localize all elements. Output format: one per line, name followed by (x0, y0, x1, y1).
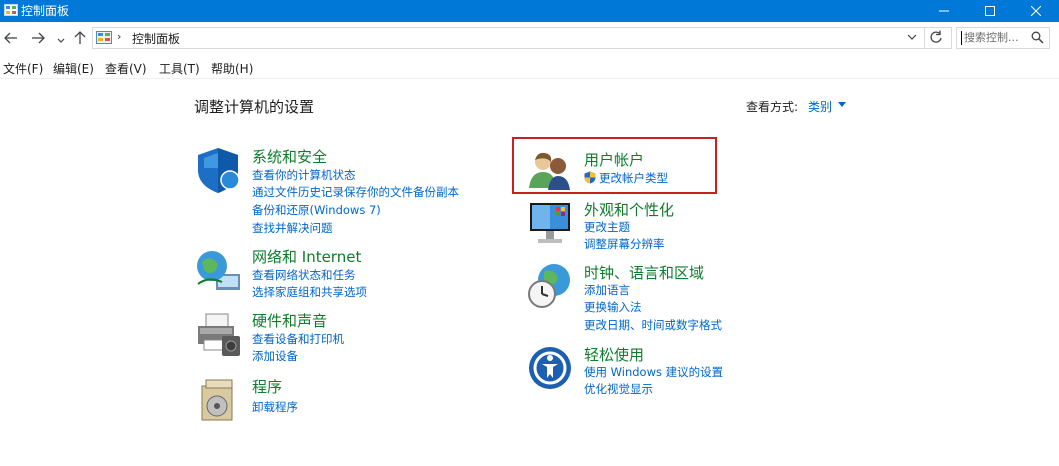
window-title: 控制面板 (21, 4, 70, 18)
link-change-input-method[interactable]: 更换输入法 (584, 299, 642, 315)
category-user-accounts: 用户帐户 更改帐户类型 (526, 149, 716, 193)
address-bar[interactable]: › 控制面板 (92, 27, 952, 49)
category-ease-of-access: 轻松使用 使用 Windows 建议的设置 优化视觉显示 (526, 344, 826, 398)
view-by-dropdown[interactable]: 类别 (808, 98, 832, 115)
programs-icon[interactable] (194, 376, 242, 424)
menu-view[interactable]: 查看(V) (105, 60, 147, 77)
minimize-icon (939, 10, 949, 12)
category-appearance: 外观和个性化 更改主题 调整屏幕分辨率 (526, 199, 826, 253)
page-title: 调整计算机的设置 (194, 98, 315, 116)
link-file-history[interactable]: 通过文件历史记录保存你的文件备份副本 (252, 184, 459, 200)
close-icon (1031, 6, 1041, 16)
forward-arrow-icon[interactable] (30, 30, 46, 46)
link-add-device[interactable]: 添加设备 (252, 348, 298, 364)
category-title[interactable]: 时钟、语言和区域 (584, 262, 704, 283)
link-change-account-type-row[interactable]: 更改帐户类型 (584, 170, 704, 186)
breadcrumb-separator[interactable]: › (117, 30, 121, 43)
breadcrumb-current[interactable]: 控制面板 (132, 30, 180, 47)
chevron-down-icon[interactable] (56, 33, 66, 49)
category-programs: 程序 卸载程序 (194, 376, 494, 424)
category-network-internet: 网络和 Internet 查看网络状态和任务 选择家庭组和共享选项 (194, 246, 494, 300)
caret-down-icon[interactable] (838, 102, 846, 108)
divider (0, 78, 1059, 79)
link-date-time-format[interactable]: 更改日期、时间或数字格式 (584, 317, 722, 333)
ease-of-access-icon[interactable] (526, 344, 574, 392)
link-network-status[interactable]: 查看网络状态和任务 (252, 267, 356, 283)
category-hardware-sound: 硬件和声音 查看设备和打印机 添加设备 (194, 310, 494, 364)
link-view-computer-status[interactable]: 查看你的计算机状态 (252, 167, 356, 183)
maximize-icon (985, 6, 995, 16)
search-box[interactable] (956, 27, 1050, 49)
search-icon[interactable] (1031, 31, 1044, 44)
uac-shield-icon (584, 171, 596, 184)
minimize-button[interactable] (921, 0, 967, 22)
link-troubleshoot[interactable]: 查找并解决问题 (252, 220, 333, 236)
link-optimize-visual-display[interactable]: 优化视觉显示 (584, 381, 653, 397)
category-system-security: 系统和安全 查看你的计算机状态 通过文件历史记录保存你的文件备份副本 备份和还原… (194, 146, 494, 236)
link-change-account-type[interactable]: 更改帐户类型 (599, 170, 668, 186)
category-title[interactable]: 网络和 Internet (252, 246, 361, 267)
link-screen-resolution[interactable]: 调整屏幕分辨率 (584, 236, 665, 252)
menu-bar: 文件(F) 编辑(E) 查看(V) 工具(T) 帮助(H) (0, 57, 1059, 77)
view-by-label: 查看方式: (746, 100, 799, 114)
category-title[interactable]: 硬件和声音 (252, 310, 327, 331)
menu-tools[interactable]: 工具(T) (159, 60, 200, 77)
address-dropdown-icon[interactable] (907, 34, 917, 42)
users-icon[interactable] (526, 146, 574, 194)
maximize-button[interactable] (967, 0, 1013, 22)
refresh-icon[interactable] (929, 30, 943, 44)
divider (924, 28, 925, 48)
link-homegroup[interactable]: 选择家庭组和共享选项 (252, 284, 367, 300)
control-panel-icon (96, 31, 112, 44)
menu-edit[interactable]: 编辑(E) (53, 60, 94, 77)
menu-file[interactable]: 文件(F) (3, 60, 43, 77)
link-windows-suggested-settings[interactable]: 使用 Windows 建议的设置 (584, 364, 723, 380)
menu-help[interactable]: 帮助(H) (211, 60, 253, 77)
control-panel-icon (4, 4, 18, 16)
globe-network-icon[interactable] (194, 246, 242, 294)
monitor-icon[interactable] (526, 199, 574, 247)
category-title[interactable]: 轻松使用 (584, 344, 644, 365)
close-button[interactable] (1013, 0, 1059, 22)
category-title[interactable]: 外观和个性化 (584, 199, 674, 220)
address-row: › 控制面板 (0, 22, 1059, 54)
back-arrow-icon[interactable] (3, 30, 19, 46)
link-uninstall-program[interactable]: 卸载程序 (252, 399, 298, 415)
category-clock-language-region: 时钟、语言和区域 添加语言 更换输入法 更改日期、时间或数字格式 (526, 262, 826, 334)
link-devices-printers[interactable]: 查看设备和打印机 (252, 331, 344, 347)
search-input[interactable] (964, 29, 1026, 45)
link-change-theme[interactable]: 更改主题 (584, 219, 630, 235)
shield-icon[interactable] (194, 146, 242, 194)
up-arrow-icon[interactable] (72, 30, 88, 46)
category-title[interactable]: 系统和安全 (252, 146, 327, 167)
title-bar: 控制面板 (0, 0, 1059, 22)
link-add-language[interactable]: 添加语言 (584, 282, 630, 298)
printer-icon[interactable] (194, 310, 242, 358)
category-title[interactable]: 程序 (252, 376, 282, 397)
link-backup-restore[interactable]: 备份和还原(Windows 7) (252, 202, 381, 218)
text-caret (961, 31, 962, 45)
category-title[interactable]: 用户帐户 (584, 149, 644, 170)
clock-globe-icon[interactable] (526, 262, 574, 310)
